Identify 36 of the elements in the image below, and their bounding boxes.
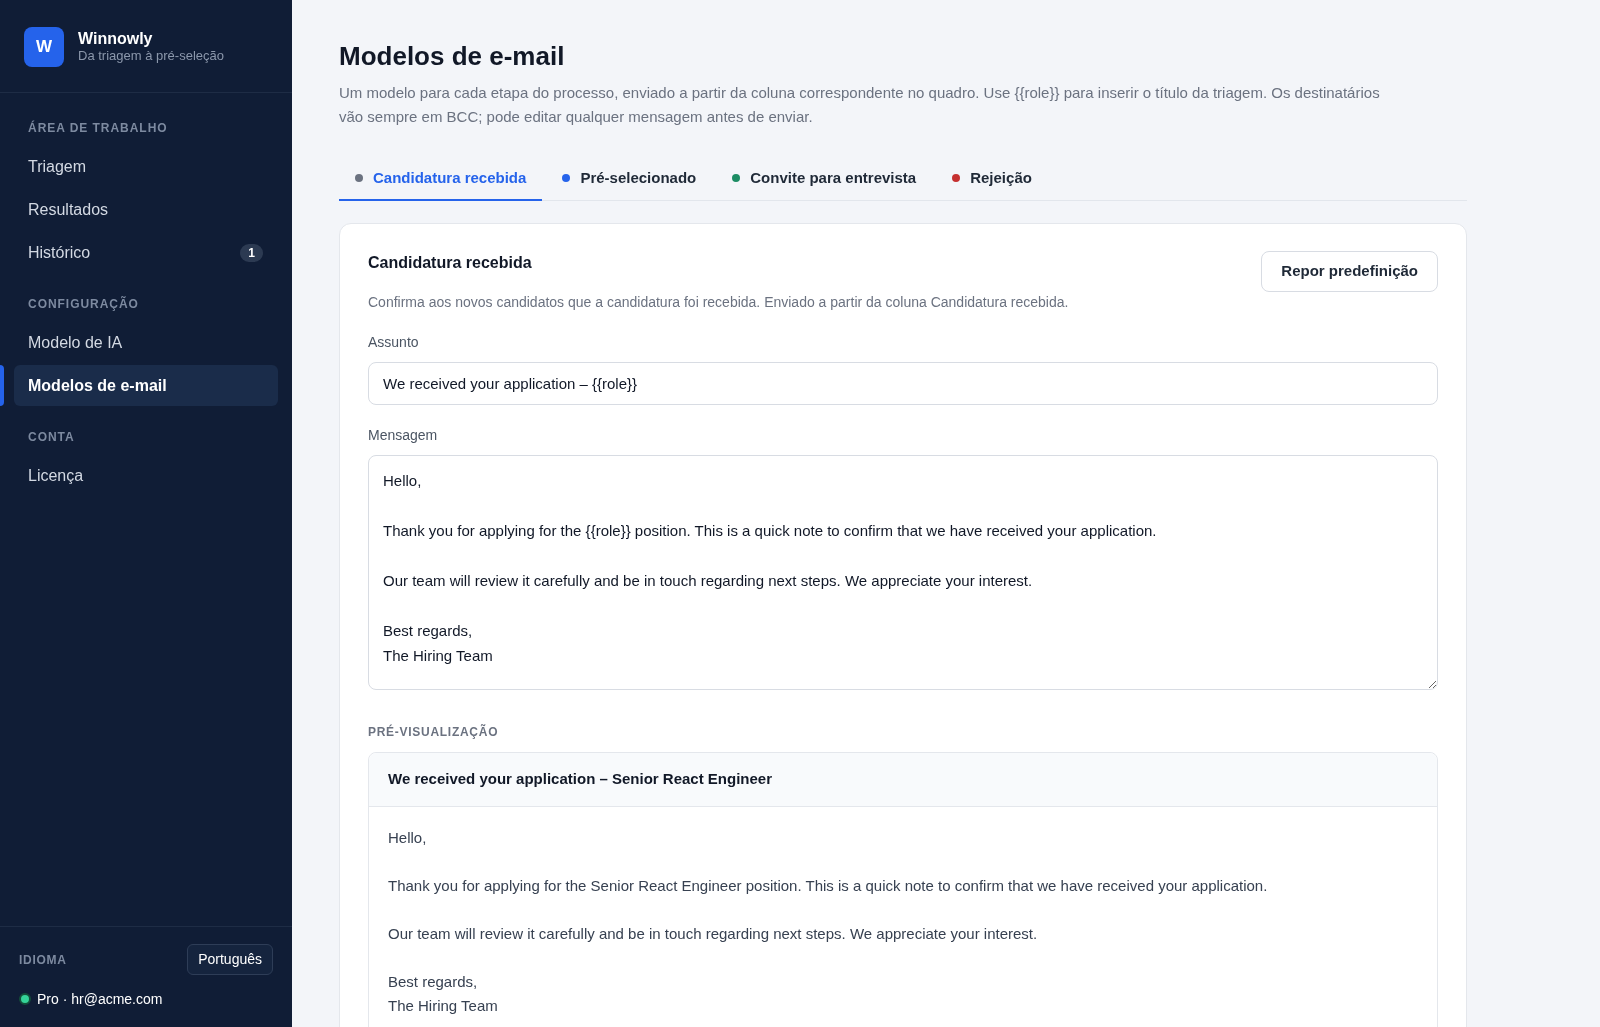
preview-heading: PRÉ-VISUALIZAÇÃO [368, 724, 500, 740]
card-title: Candidatura recebida [368, 253, 532, 273]
brand-tagline: Da triagem à pré-seleção [78, 48, 224, 64]
tab[interactable]: Convite para entrevista [716, 157, 933, 201]
tab[interactable]: Rejeição [936, 157, 1048, 201]
message-field[interactable]: Hello, Thank you for applying for the {{role}} position. This is a quick note to confirm that we have received your application. Our team will review it carefully and be in touch regarding next steps. We appreciate your interest. Best regards, The Hiring Team [368, 455, 1438, 690]
field-label: Mensagem [368, 426, 439, 445]
language-button[interactable]: Português [187, 944, 273, 975]
logo-icon: W [24, 26, 64, 67]
preview-paragraph: Thank you for applying for the Senior React Engineer position. This is a quick note to confirm that we have received your application. [388, 876, 1269, 896]
section-heading: CONFIGURAÇÃO [27, 296, 140, 312]
page-description: Um modelo para cada etapa do processo, enviado a partir da coluna correspondente no quadro. Use {{role}} para inserir o título da triagem. Os destinatários vão sempre em BCC; pode editar qualquer mensagem antes de enviar. [339, 83, 1381, 127]
section-heading: CONTA [27, 429, 76, 445]
count-badge: 1 [240, 243, 263, 262]
sidebar-item[interactable]: Resultados [14, 189, 278, 230]
sidebar-item[interactable]: Modelos de e-mail [14, 365, 278, 406]
account-text: Pro · hr@acme.com [37, 989, 163, 1009]
tab[interactable]: Pré-selecionado [546, 157, 713, 201]
subject-field[interactable]: We received your application – {{role}} [368, 362, 1438, 405]
sidebar-item[interactable]: Modelo de IA [14, 322, 278, 363]
preview-paragraph: Best regards, The Hiring Team [388, 972, 499, 1016]
sidebar-item[interactable]: Histórico 1 [14, 232, 278, 273]
brand-name: Winnowly [78, 29, 154, 48]
status-dot-icon [19, 993, 31, 1005]
language-label: IDIOMA [19, 951, 67, 969]
preview-paragraph: Our team will review it carefully and be in touch regarding next steps. We appreciate your interest. [388, 924, 1039, 944]
tab[interactable]: Candidatura recebida [339, 157, 543, 201]
sidebar-item[interactable]: Licença [14, 455, 278, 496]
preview-paragraph: Hello, [388, 828, 428, 848]
preview-subject: We received your application – Senior React Engineer [388, 769, 773, 790]
card-description: Confirma aos novos candidatos que a candidatura foi recebida. Enviado a partir da coluna Candidatura recebida. [368, 293, 1070, 312]
reset-button[interactable]: Repor predefinição [1261, 251, 1438, 292]
sidebar-item[interactable]: Triagem [14, 146, 278, 187]
page-title: Modelos de e-mail [339, 40, 566, 72]
section-heading: ÁREA DE TRABALHO [27, 120, 169, 136]
field-label: Assunto [368, 333, 420, 352]
